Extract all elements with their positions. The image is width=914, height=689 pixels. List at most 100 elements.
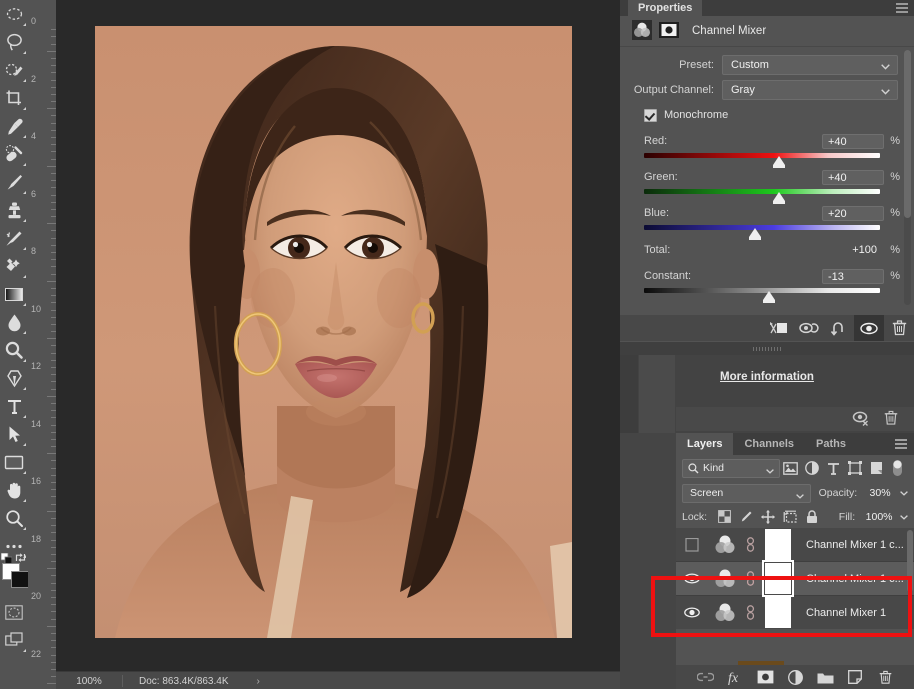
fill-value[interactable]: 100% — [860, 511, 898, 523]
status-expand-arrow[interactable]: › — [257, 676, 260, 687]
disable-mask-icon[interactable] — [852, 410, 870, 429]
panel-menu-icon[interactable] — [896, 3, 908, 13]
eraser-tool[interactable] — [0, 252, 28, 280]
tab-paths[interactable]: Paths — [805, 433, 857, 455]
filter-smart-object-icon[interactable] — [865, 457, 886, 479]
healing-brush-tool[interactable] — [0, 140, 28, 168]
quick-selection-tool[interactable] — [0, 56, 28, 84]
filter-shape-icon[interactable] — [844, 457, 865, 479]
hand-tool[interactable] — [0, 476, 28, 504]
eyedropper-tool[interactable] — [0, 112, 28, 140]
quick-mask-icon[interactable] — [0, 598, 28, 626]
pen-tool[interactable] — [0, 364, 28, 392]
toggle-visibility-icon[interactable] — [854, 315, 884, 341]
default-colors-icon[interactable] — [0, 552, 13, 565]
document-image[interactable] — [95, 26, 572, 638]
path-selection-tool[interactable] — [0, 420, 28, 448]
red-value[interactable]: +40 — [822, 133, 884, 149]
filter-pixel-icon[interactable] — [780, 457, 801, 479]
table-row[interactable]: Channel Mixer 1 c... — [676, 560, 914, 597]
layer-mask-thumbnail[interactable] — [758, 560, 798, 597]
blue-slider-thumb[interactable] — [748, 228, 761, 240]
layer-visibility-toggle[interactable] — [676, 562, 708, 595]
layer-thumbnail[interactable] — [708, 533, 742, 557]
type-tool[interactable] — [0, 392, 28, 420]
layer-visibility-toggle[interactable] — [676, 528, 708, 561]
layers-scrollbar[interactable] — [907, 530, 913, 592]
red-slider-track[interactable] — [644, 153, 880, 168]
green-slider-track[interactable] — [644, 189, 880, 204]
output-channel-select[interactable]: Gray — [722, 80, 898, 100]
delete-icon[interactable] — [884, 315, 914, 341]
brush-tool[interactable] — [0, 168, 28, 196]
layer-thumbnail[interactable] — [708, 601, 742, 625]
lock-image-pixels-icon[interactable] — [735, 507, 757, 527]
crop-tool[interactable] — [0, 84, 28, 112]
monochrome-checkbox[interactable] — [644, 108, 657, 122]
lock-artboard-icon[interactable] — [779, 507, 801, 527]
dodge-tool[interactable] — [0, 336, 28, 364]
panel-resize-grip[interactable] — [620, 342, 914, 355]
constant-value[interactable]: -13 — [822, 268, 884, 284]
preset-select[interactable]: Custom — [722, 55, 898, 75]
filter-type-icon[interactable] — [823, 457, 844, 479]
link-layers-icon[interactable] — [696, 668, 714, 686]
shape-tool[interactable] — [0, 448, 28, 476]
tab-channels[interactable]: Channels — [733, 433, 805, 455]
canvas-area[interactable] — [56, 0, 620, 671]
gradient-tool[interactable] — [0, 280, 28, 308]
tab-properties[interactable]: Properties — [628, 0, 703, 16]
reset-icon[interactable] — [824, 315, 854, 341]
add-layer-mask-icon[interactable] — [757, 668, 774, 686]
mask-link-icon[interactable] — [742, 605, 758, 620]
lock-transparent-pixels-icon[interactable] — [713, 507, 735, 527]
color-swatches[interactable] — [0, 552, 29, 592]
more-information-link[interactable]: More information — [620, 371, 914, 383]
clip-to-layer-icon[interactable] — [764, 315, 794, 341]
chevron-down-icon[interactable] — [900, 511, 908, 523]
monochrome-row[interactable]: Monochrome — [620, 104, 914, 126]
filter-adjustment-icon[interactable] — [802, 457, 823, 479]
panel-menu-icon[interactable] — [895, 439, 907, 452]
marquee-tool[interactable] — [0, 0, 28, 28]
zoom-level[interactable]: 100% — [56, 676, 122, 687]
mask-link-icon[interactable] — [742, 571, 758, 586]
lock-position-icon[interactable] — [757, 507, 779, 527]
layer-style-icon[interactable]: fx — [727, 668, 744, 686]
blue-value[interactable]: +20 — [822, 205, 884, 221]
layer-mask-thumb-icon[interactable] — [659, 21, 679, 41]
clone-stamp-tool[interactable] — [0, 196, 28, 224]
properties-scrollbar[interactable] — [904, 50, 911, 305]
mask-link-icon[interactable] — [742, 537, 758, 552]
filter-kind-select[interactable]: Kind — [682, 458, 781, 478]
screen-mode-icon[interactable] — [0, 626, 28, 654]
layer-thumbnail[interactable] — [708, 567, 742, 591]
delete-mask-icon[interactable] — [884, 410, 898, 429]
zoom-tool[interactable] — [0, 504, 28, 532]
lasso-tool[interactable] — [0, 28, 28, 56]
layer-mask-thumbnail[interactable] — [758, 529, 798, 560]
layer-name[interactable]: Channel Mixer 1 c... — [798, 573, 904, 585]
tab-layers[interactable]: Layers — [676, 433, 734, 455]
table-row[interactable]: Channel Mixer 1 c... — [676, 528, 914, 562]
layer-mask-thumbnail[interactable] — [758, 597, 798, 628]
blend-mode-select[interactable]: Screen — [682, 483, 811, 503]
delete-layer-icon[interactable] — [877, 668, 894, 686]
constant-slider-thumb[interactable] — [763, 291, 776, 303]
background-color-swatch[interactable] — [11, 571, 29, 588]
history-brush-tool[interactable] — [0, 224, 28, 252]
blue-slider-track[interactable] — [644, 225, 880, 240]
blur-tool[interactable] — [0, 308, 28, 336]
green-slider-thumb[interactable] — [772, 192, 785, 204]
view-previous-state-icon[interactable] — [794, 315, 824, 341]
layer-name[interactable]: Channel Mixer 1 — [798, 607, 886, 619]
constant-slider-track[interactable] — [644, 288, 880, 303]
new-group-icon[interactable] — [817, 668, 834, 686]
lock-all-icon[interactable] — [801, 507, 823, 527]
layer-name[interactable]: Channel Mixer 1 c... — [798, 539, 904, 551]
chevron-down-icon[interactable] — [900, 487, 908, 499]
layer-visibility-toggle[interactable] — [676, 596, 708, 629]
filter-toggle-switch[interactable] — [887, 457, 908, 479]
new-layer-icon[interactable] — [847, 668, 864, 686]
green-value[interactable]: +40 — [822, 169, 884, 185]
